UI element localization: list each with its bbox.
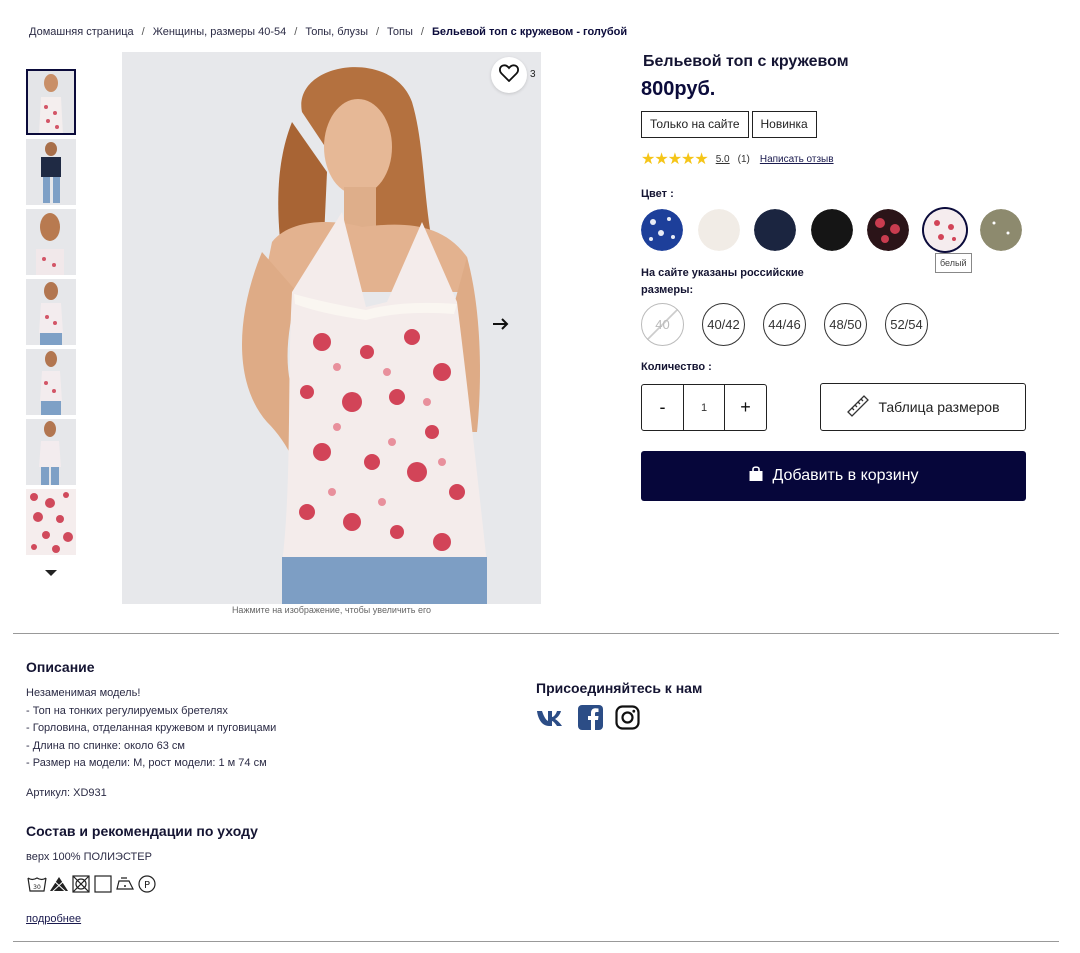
- svg-text:30: 30: [33, 884, 41, 891]
- size-option-40-42[interactable]: 40/42: [702, 303, 745, 346]
- composition-title: Состав и рекомендации по уходу: [26, 823, 258, 839]
- article-number: Артикул: XD931: [26, 787, 107, 799]
- quantity-stepper: - 1 +: [641, 384, 767, 431]
- composition-text: верх 100% ПОЛИЭСТЕР: [26, 851, 152, 863]
- main-product-image[interactable]: [122, 52, 541, 604]
- color-swatch-khaki[interactable]: [980, 209, 1022, 251]
- svg-text:P: P: [144, 880, 150, 891]
- color-swatch-black[interactable]: [810, 209, 853, 251]
- heart-icon: [499, 63, 519, 87]
- breadcrumb-current: Бельевой топ с кружевом - голубой: [431, 26, 628, 38]
- color-swatches: [641, 209, 1037, 251]
- color-swatch-navy[interactable]: [754, 209, 796, 251]
- add-to-cart-button[interactable]: Добавить в корзину: [641, 451, 1026, 501]
- size-option-44-46[interactable]: 44/46: [763, 303, 806, 346]
- thumbnail-4[interactable]: [26, 279, 76, 345]
- write-review-link[interactable]: Написать отзыв: [760, 154, 834, 165]
- thumbnail-1[interactable]: [26, 69, 76, 135]
- breadcrumb: Домашняя страница / Женщины, размеры 40-…: [29, 26, 627, 38]
- dry-flat-icon: [92, 874, 114, 894]
- quantity-label: Количество :: [641, 361, 712, 373]
- add-to-cart-label: Добавить в корзину: [772, 467, 919, 484]
- iron-low-icon: [114, 874, 136, 894]
- description-line: - Размер на модели: M, рост модели: 1 м …: [26, 757, 267, 769]
- description-line: - Топ на тонких регулируемых бретелях: [26, 704, 228, 717]
- product-title: Бельевой топ с кружевом: [643, 53, 849, 70]
- wash-30-icon: 30: [26, 874, 48, 894]
- color-swatch-ivory[interactable]: [697, 209, 740, 251]
- breadcrumb-women[interactable]: Женщины, размеры 40-54: [153, 26, 287, 38]
- rating-stars-icon: ★★★★★: [641, 151, 709, 168]
- quantity-plus-button[interactable]: +: [725, 385, 766, 430]
- product-price: 800руб.: [641, 78, 716, 100]
- rating-summary: ★★★★★ 5.0 (1) Написать отзыв: [641, 149, 834, 169]
- wishlist-count: 3: [530, 69, 536, 80]
- social-title: Присоединяйтесь к нам: [536, 680, 703, 696]
- size-option-40[interactable]: 40: [641, 303, 684, 346]
- social-links: [536, 705, 640, 735]
- rating-score[interactable]: 5.0: [716, 154, 730, 165]
- thumbnail-5[interactable]: [26, 349, 76, 415]
- thumbnail-3[interactable]: [26, 209, 76, 275]
- badge-online-only: Только на сайте: [641, 111, 749, 138]
- breadcrumb-separator: /: [420, 26, 424, 38]
- breadcrumb-tops[interactable]: Топы: [387, 26, 413, 38]
- thumbnail-7[interactable]: [26, 489, 76, 555]
- size-options: 40 40/42 44/46 48/50 52/54: [641, 303, 946, 346]
- size-chart-label: Таблица размеров: [878, 399, 1000, 415]
- care-icons: 30 P: [26, 874, 158, 894]
- thumbnails-down-arrow-icon[interactable]: [44, 565, 58, 576]
- shopping-bag-icon: [748, 465, 764, 487]
- description-title: Описание: [26, 659, 95, 675]
- thumbnail-list: [26, 69, 76, 559]
- size-chart-button[interactable]: Таблица размеров: [820, 383, 1026, 431]
- quantity-minus-button[interactable]: -: [642, 385, 683, 430]
- color-swatch-blue-floral[interactable]: [641, 209, 683, 251]
- wishlist-button[interactable]: [491, 57, 527, 93]
- no-tumble-dry-icon: [70, 874, 92, 894]
- ruler-icon: [846, 394, 870, 421]
- rating-count: (1): [737, 153, 750, 165]
- quantity-value[interactable]: 1: [683, 385, 725, 430]
- section-divider: [13, 633, 1059, 634]
- color-tooltip: белый: [935, 253, 972, 273]
- breadcrumb-tops-blouses[interactable]: Топы, блузы: [305, 26, 368, 38]
- badge-group: Только на сайте Новинка: [641, 111, 817, 138]
- size-option-48-50[interactable]: 48/50: [824, 303, 867, 346]
- color-label: Цвет :: [641, 188, 674, 200]
- breadcrumb-home[interactable]: Домашняя страница: [29, 26, 134, 38]
- description-line: Незаменимая модель!: [26, 687, 141, 699]
- next-image-arrow-icon[interactable]: [491, 314, 511, 334]
- color-swatch-dark-floral[interactable]: [867, 209, 909, 251]
- sizes-label: На сайте указаны российские размеры:: [641, 267, 804, 296]
- thumbnail-6[interactable]: [26, 419, 76, 485]
- zoom-hint: Нажмите на изображение, чтобы увеличить …: [231, 605, 432, 615]
- breadcrumb-separator: /: [375, 26, 380, 38]
- facebook-icon[interactable]: [578, 705, 603, 735]
- description-line: - Длина по спинке: около 63 см: [26, 739, 185, 752]
- breadcrumb-separator: /: [294, 26, 298, 38]
- breadcrumb-separator: /: [141, 26, 145, 38]
- description-line: - Горловина, отделанная кружевом и пугов…: [26, 722, 277, 734]
- vk-icon[interactable]: [536, 709, 566, 732]
- more-details-link[interactable]: подробнее: [26, 913, 81, 925]
- color-swatch-white-floral[interactable]: [923, 209, 966, 251]
- no-bleach-icon: [48, 874, 70, 894]
- badge-new: Новинка: [751, 111, 817, 138]
- dry-clean-p-icon: P: [136, 874, 158, 894]
- thumbnail-2[interactable]: [26, 139, 76, 205]
- section-divider: [13, 941, 1059, 942]
- description-body: Незаменимая модель! - Топ на тонких регу…: [26, 685, 276, 773]
- instagram-icon[interactable]: [615, 705, 640, 735]
- size-option-52-54[interactable]: 52/54: [885, 303, 928, 346]
